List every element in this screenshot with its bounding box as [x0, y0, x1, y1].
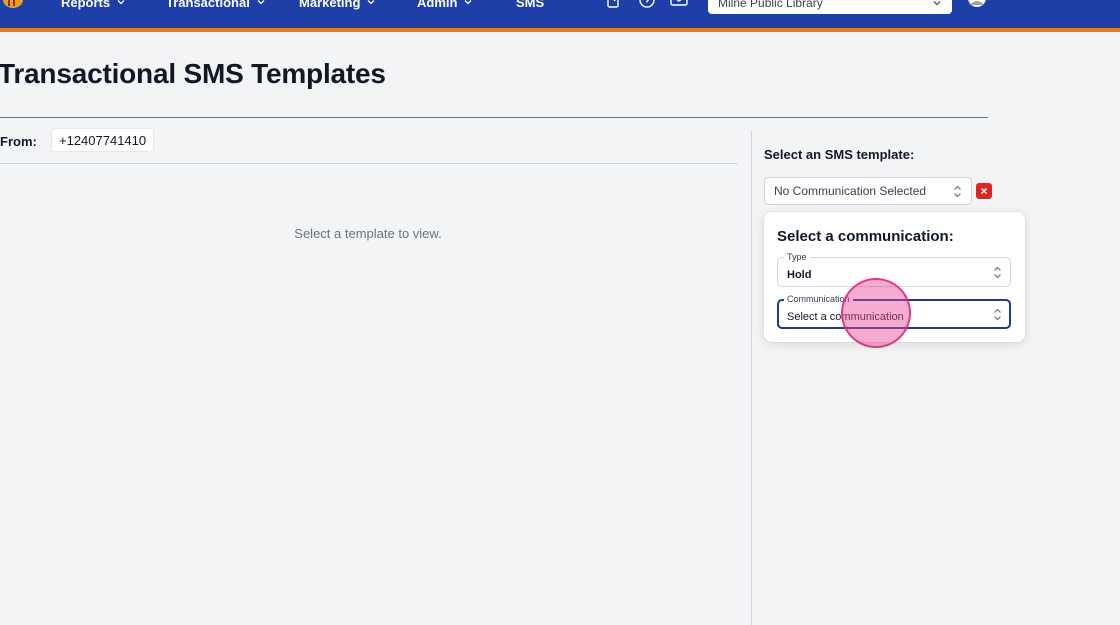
- nav-admin[interactable]: Admin: [417, 0, 473, 10]
- communication-select-label: Communication: [784, 294, 853, 305]
- clear-selection-button[interactable]: [976, 183, 992, 199]
- type-select[interactable]: Type Hold: [777, 252, 1011, 287]
- nav-admin-label: Admin: [417, 0, 458, 10]
- type-select-value: Hold: [787, 269, 812, 281]
- up-down-chevron-icon: [994, 308, 1001, 321]
- chevron-down-icon: [464, 0, 472, 5]
- nav-transactional[interactable]: Transactional: [166, 0, 266, 10]
- from-number-badge: +12407741410: [51, 128, 155, 152]
- empty-template-message: Select a template to view.: [294, 226, 442, 241]
- library-select-value: Milne Public Library: [718, 0, 823, 10]
- chevron-down-icon: [257, 0, 265, 5]
- top-nav-bar: Reports Transactional Marketing Admin SM…: [0, 0, 1120, 28]
- title-divider: [0, 117, 988, 118]
- sms-template-select-value: No Communication Selected: [774, 184, 927, 198]
- bee-logo-icon[interactable]: [0, 0, 26, 10]
- page-title: Transactional SMS Templates: [0, 58, 386, 89]
- sms-template-select[interactable]: No Communication Selected: [764, 177, 972, 205]
- communication-select-value: Select a communication: [787, 311, 904, 323]
- sms-template-label: Select an SMS template:: [764, 147, 915, 162]
- chevron-down-icon: [117, 0, 125, 5]
- nav-reports-label: Reports: [61, 0, 111, 10]
- nav-accent-stripe: [0, 28, 1120, 32]
- type-select-label: Type: [784, 252, 810, 263]
- external-link-icon[interactable]: [605, 0, 623, 10]
- communication-select[interactable]: Communication Select a communication: [777, 294, 1011, 329]
- nav-marketing[interactable]: Marketing: [299, 0, 376, 10]
- popover-title: Select a communication:: [777, 228, 954, 245]
- nav-marketing-label: Marketing: [299, 0, 361, 10]
- nav-transactional-label: Transactional: [166, 0, 250, 10]
- from-divider: [0, 163, 738, 164]
- up-down-chevron-icon: [994, 266, 1001, 279]
- close-icon: [981, 188, 987, 194]
- communication-popover: Select a communication: Type Hold Commun…: [764, 212, 1025, 342]
- nav-sms[interactable]: SMS: [516, 0, 544, 10]
- chevron-down-icon: [933, 1, 941, 6]
- pane-divider: [751, 131, 752, 625]
- help-icon[interactable]: [638, 0, 656, 10]
- nav-sms-label: SMS: [516, 0, 545, 10]
- user-avatar-icon[interactable]: [968, 0, 986, 8]
- chevron-down-icon: [367, 0, 375, 5]
- mail-icon[interactable]: [670, 0, 688, 10]
- library-select[interactable]: Milne Public Library: [708, 0, 952, 14]
- from-label: From:: [0, 134, 37, 149]
- up-down-chevron-icon: [954, 185, 961, 197]
- nav-reports[interactable]: Reports: [61, 0, 126, 10]
